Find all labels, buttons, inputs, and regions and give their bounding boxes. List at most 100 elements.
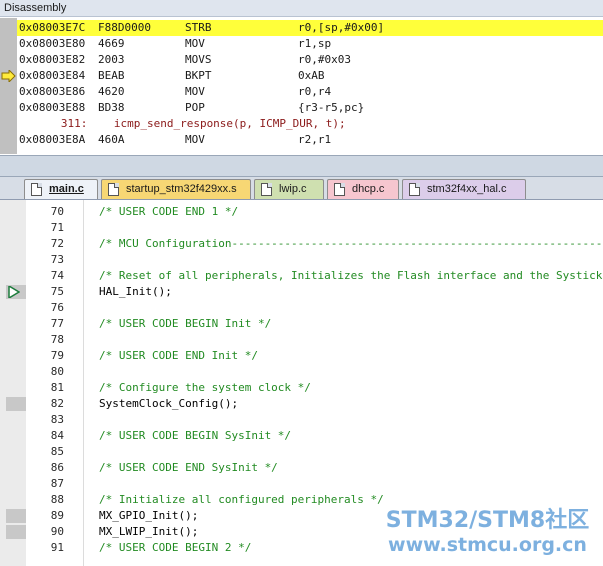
- tab-lwip-c[interactable]: lwip.c: [254, 179, 324, 199]
- line-number: 91: [50, 541, 64, 554]
- tab-label: dhcp.c: [352, 183, 385, 195]
- instruction-address: 0x08003E8A: [19, 133, 86, 146]
- tab-dhcp-c[interactable]: dhcp.c: [327, 179, 399, 199]
- executable-line-marker[interactable]: [6, 525, 26, 539]
- code-text: HAL_Init();: [99, 285, 172, 298]
- code-comment: /* MCU Configuration--------------------…: [99, 237, 603, 250]
- instruction-operands: r0,[sp,#0x00]: [298, 21, 385, 34]
- instruction-opcode: BEAB: [98, 69, 125, 82]
- code-line[interactable]: 77 /* USER CODE BEGIN Init */: [0, 316, 603, 332]
- pane-splitter[interactable]: [0, 155, 603, 177]
- line-number: 89: [50, 509, 64, 522]
- code-line[interactable]: 86 /* USER CODE END SysInit */: [0, 460, 603, 476]
- disassembly-row[interactable]: 0x08003E88 BD38 POP {r3-r5,pc}: [17, 100, 603, 116]
- disassembly-gutter[interactable]: [0, 18, 17, 154]
- code-comment: /* USER CODE END SysInit */: [99, 461, 278, 474]
- code-text: MX_LWIP_Init();: [99, 525, 199, 538]
- instruction-operands: r0,r4: [298, 85, 332, 98]
- executable-line-marker[interactable]: [6, 397, 26, 411]
- instruction-opcode: 460A: [98, 133, 125, 146]
- code-line[interactable]: 91 /* USER CODE BEGIN 2 */: [0, 540, 603, 556]
- line-number: 85: [50, 445, 64, 458]
- instruction-address: 0x08003E7C: [19, 21, 86, 34]
- line-number: 82: [50, 397, 64, 410]
- instruction-opcode: BD38: [98, 101, 125, 114]
- code-text: SystemClock_Config();: [99, 397, 239, 410]
- code-comment: /* Configure the system clock */: [99, 381, 311, 394]
- tab-label: startup_stm32f429xx.s: [126, 183, 237, 195]
- tab-startup-stm32f429xx-s[interactable]: startup_stm32f429xx.s: [101, 179, 251, 199]
- code-comment: /* Reset of all peripherals, Initializes…: [99, 269, 603, 282]
- file-icon: [409, 183, 420, 196]
- code-line[interactable]: 79 /* USER CODE END Init */: [0, 348, 603, 364]
- line-number: 78: [50, 333, 64, 346]
- instruction-opcode: 4669: [98, 37, 125, 50]
- source-line-text: 311: icmp_send_response(p, ICMP_DUR, t);: [41, 117, 346, 130]
- disassembly-pane[interactable]: 0x08003E7C F88D0000 STRB r0,[sp,#0x00] 0x080…: [0, 18, 603, 154]
- disassembly-row[interactable]: 0x08003E8A 460A MOV r2,r1: [17, 132, 603, 148]
- line-number: 90: [50, 525, 64, 538]
- code-line[interactable]: 78: [0, 332, 603, 348]
- code-comment: /* USER CODE BEGIN Init */: [99, 317, 272, 330]
- instruction-address: 0x08003E80: [19, 37, 86, 50]
- instruction-address: 0x08003E88: [19, 101, 86, 114]
- instruction-operands: r1,sp: [298, 37, 332, 50]
- code-line[interactable]: 83: [0, 412, 603, 428]
- line-number: 81: [50, 381, 64, 394]
- line-number: 75: [50, 285, 64, 298]
- code-line[interactable]: 88 /* Initialize all configured periphera…: [0, 492, 603, 508]
- code-line[interactable]: 70 /* USER CODE END 1 */: [0, 204, 603, 220]
- code-line[interactable]: 82 SystemClock_Config();: [0, 396, 603, 412]
- code-comment: /* USER CODE BEGIN SysInit */: [99, 429, 292, 442]
- code-line[interactable]: 87: [0, 476, 603, 492]
- file-icon: [261, 183, 272, 196]
- line-number: 71: [50, 221, 64, 234]
- instruction-mnemonic: MOV: [185, 37, 205, 50]
- source-editor[interactable]: 70 /* USER CODE END 1 */ 71 72 /* MCU Config…: [0, 200, 603, 566]
- line-number: 84: [50, 429, 64, 442]
- file-icon: [334, 183, 345, 196]
- instruction-mnemonic: BKPT: [185, 69, 212, 82]
- tab-stm32f4xx-hal-c[interactable]: stm32f4xx_hal.c: [402, 179, 526, 199]
- disassembly-row[interactable]: 0x08003E84 BEAB BKPT 0xAB: [17, 68, 603, 84]
- executable-line-marker[interactable]: [6, 509, 26, 523]
- instruction-opcode: F88D0000: [98, 21, 151, 34]
- disassembly-title: Disassembly: [0, 0, 603, 17]
- code-line[interactable]: 84 /* USER CODE BEGIN SysInit */: [0, 428, 603, 444]
- code-line[interactable]: 85: [0, 444, 603, 460]
- disassembly-source-line[interactable]: 311: icmp_send_response(p, ICMP_DUR, t);: [17, 116, 603, 132]
- instruction-opcode: 2003: [98, 53, 125, 66]
- line-number: 80: [50, 365, 64, 378]
- code-line[interactable]: 90 MX_LWIP_Init();: [0, 524, 603, 540]
- line-number: 79: [50, 349, 64, 362]
- code-line[interactable]: 76: [0, 300, 603, 316]
- line-number: 83: [50, 413, 64, 426]
- code-line[interactable]: 75 HAL_Init();: [0, 284, 603, 300]
- pc-arrow-icon: [1, 70, 16, 82]
- instruction-mnemonic: MOVS: [185, 53, 212, 66]
- line-number: 88: [50, 493, 64, 506]
- disassembly-row[interactable]: 0x08003E82 2003 MOVS r0,#0x03: [17, 52, 603, 68]
- code-line[interactable]: 73: [0, 252, 603, 268]
- line-number: 70: [50, 205, 64, 218]
- file-icon: [108, 183, 119, 196]
- code-line[interactable]: 71: [0, 220, 603, 236]
- disassembly-row[interactable]: 0x08003E7C F88D0000 STRB r0,[sp,#0x00]: [17, 20, 603, 36]
- tab-main-c[interactable]: main.c: [24, 179, 98, 199]
- instruction-operands: {r3-r5,pc}: [298, 101, 365, 114]
- instruction-mnemonic: POP: [185, 101, 205, 114]
- code-line[interactable]: 72 /* MCU Configuration------------------…: [0, 236, 603, 252]
- code-line[interactable]: 80: [0, 364, 603, 380]
- code-comment: /* Initialize all configured peripherals…: [99, 493, 384, 506]
- code-line[interactable]: 89 MX_GPIO_Init();: [0, 508, 603, 524]
- disassembly-row[interactable]: 0x08003E80 4669 MOV r1,sp: [17, 36, 603, 52]
- code-line[interactable]: 74 /* Reset of all peripherals, Initializ…: [0, 268, 603, 284]
- instruction-mnemonic: MOV: [185, 85, 205, 98]
- code-comment: /* USER CODE END Init */: [99, 349, 258, 362]
- line-number: 76: [50, 301, 64, 314]
- disassembly-row[interactable]: 0x08003E86 4620 MOV r0,r4: [17, 84, 603, 100]
- instruction-operands: 0xAB: [298, 69, 325, 82]
- instruction-mnemonic: STRB: [185, 21, 212, 34]
- instruction-address: 0x08003E82: [19, 53, 86, 66]
- code-line[interactable]: 81 /* Configure the system clock */: [0, 380, 603, 396]
